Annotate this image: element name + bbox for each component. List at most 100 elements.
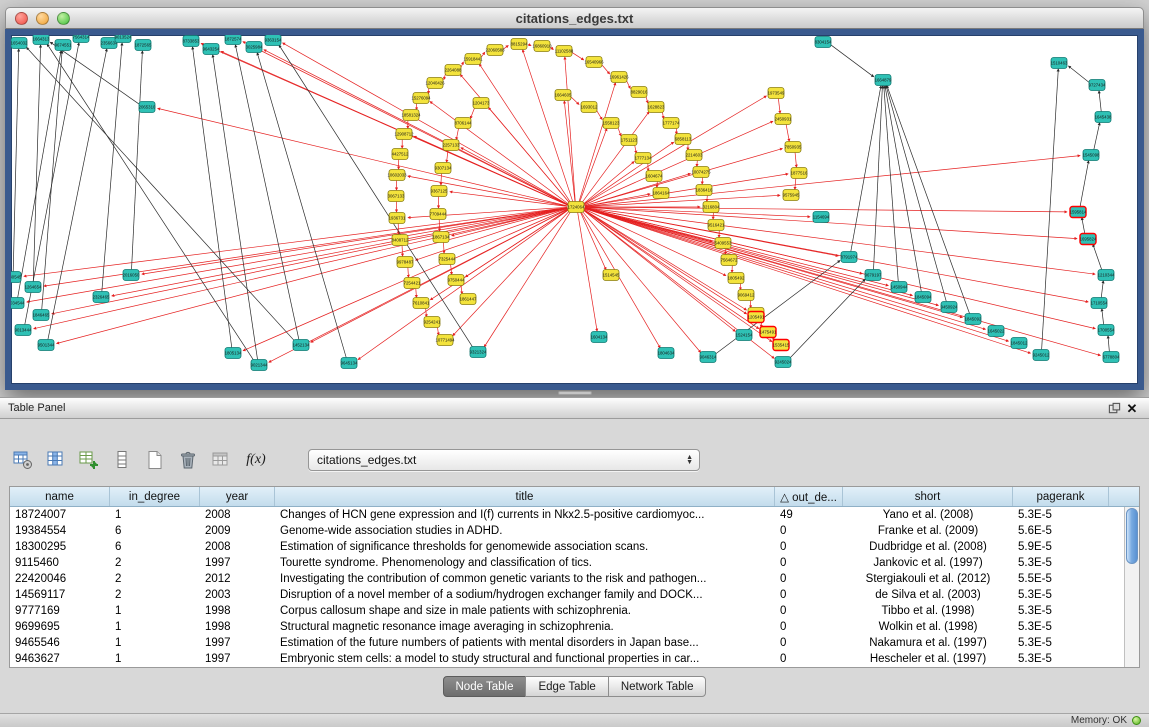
graph-node[interactable]: 1724064 (568, 202, 585, 213)
graph-node[interactable]: 1777134 (635, 153, 652, 164)
graph-node[interactable]: 9501344 (38, 340, 55, 351)
column-header-name[interactable]: name (10, 487, 110, 506)
citation-network-graph[interactable]: 1724064226408812040426152760941858132412… (11, 35, 1138, 384)
graph-node[interactable]: 8408712 (392, 235, 409, 246)
column-header-out_degree[interactable]: △ out_de... (775, 487, 843, 506)
graph-node[interactable]: 12040426 (425, 78, 445, 89)
window-titlebar[interactable]: citations_edges.txt (5, 7, 1144, 29)
table-row[interactable]: 969969511998Structural magnetic resonanc… (10, 619, 1139, 635)
graph-node[interactable]: 1264654 (25, 282, 42, 293)
graph-node[interactable]: 1830545 (11, 272, 22, 283)
graph-node[interactable]: 2257133 (443, 140, 460, 151)
column-header-pagerank[interactable]: pagerank (1013, 487, 1109, 506)
delete-table-icon[interactable] (175, 447, 201, 473)
graph-node[interactable]: 1936731 (389, 213, 406, 224)
graph-node[interactable]: 2326465 (93, 292, 110, 303)
graph-node[interactable]: 1805134 (225, 348, 242, 359)
column-header-short[interactable]: short (843, 487, 1013, 506)
graph-node[interactable]: 9643254 (203, 44, 220, 55)
graph-node[interactable]: 1695824 (1080, 234, 1097, 245)
graph-node[interactable]: 16860910 (532, 41, 552, 52)
graph-node[interactable]: 1877516 (791, 168, 808, 179)
graph-node[interactable]: 1450944 (891, 282, 908, 293)
graph-node[interactable]: 18581324 (401, 110, 421, 121)
graph-node[interactable]: 1452134 (293, 340, 310, 351)
graph-node[interactable]: 15918441 (463, 54, 483, 65)
graph-node[interactable]: 9021344 (251, 360, 268, 371)
graph-node[interactable]: 1664879 (875, 75, 892, 86)
graph-node[interactable]: 4427512 (392, 149, 409, 160)
panel-splitter[interactable] (0, 390, 1149, 397)
graph-node[interactable]: 1595814 (1070, 207, 1087, 218)
row-height-icon[interactable] (109, 447, 135, 473)
column-header-in_degree[interactable]: in_degree (110, 487, 200, 506)
graph-node[interactable]: 1872565 (135, 40, 152, 51)
graph-node[interactable]: 9245024 (775, 357, 792, 368)
minimize-button[interactable] (36, 12, 49, 25)
table-row[interactable]: 1830029562008Estimation of significance … (10, 539, 1139, 555)
graph-node[interactable]: 8815294 (511, 39, 528, 50)
import-table-icon[interactable] (208, 447, 234, 473)
graph-node[interactable]: 1628823 (648, 102, 665, 113)
graph-node[interactable]: 22060588 (485, 45, 505, 56)
tab-edge-table[interactable]: Edge Table (525, 676, 608, 697)
graph-node[interactable]: 7709444 (430, 209, 447, 220)
graph-node[interactable]: 10771494 (435, 335, 455, 346)
table-settings-icon[interactable] (10, 447, 36, 473)
graph-node[interactable]: 1710554 (1091, 298, 1108, 309)
tab-node-table[interactable]: Node Table (443, 676, 527, 697)
table-row[interactable]: 911546021997Tourette syndrome. Phenomeno… (10, 555, 1139, 571)
graph-node[interactable]: 1510463 (1051, 58, 1068, 69)
scrollbar-thumb[interactable] (1126, 508, 1138, 564)
function-builder-button[interactable]: f(x) (241, 447, 271, 473)
graph-node[interactable]: 1524154 (736, 330, 753, 341)
graph-node[interactable]: 9363154 (265, 35, 282, 46)
graph-node[interactable]: 3067133 (388, 191, 405, 202)
graph-node[interactable]: 2065310 (139, 102, 156, 113)
graph-node[interactable]: 1604674 (646, 171, 663, 182)
graph-node[interactable]: 1845092 (965, 314, 982, 325)
graph-node[interactable]: 2450931 (775, 114, 792, 125)
graph-node[interactable]: 1864164 (653, 188, 670, 199)
graph-node[interactable]: 1973549 (768, 88, 785, 99)
graph-node[interactable]: 9254241 (424, 317, 441, 328)
graph-node[interactable]: 1861447 (460, 294, 477, 305)
graph-node[interactable]: 6778804 (1103, 352, 1120, 363)
table-row[interactable]: 1456911722003Disruption of a novel membe… (10, 587, 1139, 603)
graph-node[interactable]: 1558123 (603, 118, 620, 129)
graph-node[interactable]: 16540966 (584, 57, 604, 68)
graph-node[interactable]: 1664313 (33, 35, 50, 45)
tab-network-table[interactable]: Network Table (608, 676, 707, 697)
graph-node[interactable]: 9013524 (115, 35, 132, 43)
graph-node[interactable]: 3216804 (703, 202, 720, 213)
close-button[interactable] (15, 12, 28, 25)
table-row[interactable]: 1872400712008Changes of HCN gene express… (10, 507, 1139, 523)
graph-node[interactable]: 1805492 (728, 273, 745, 284)
graph-node[interactable]: 9013444 (15, 325, 32, 336)
graph-node[interactable]: 1867134 (433, 232, 450, 243)
graph-node[interactable]: 7610841 (413, 298, 430, 309)
graph-node[interactable]: 9674551 (55, 40, 72, 51)
graph-node[interactable]: 11102588 (555, 46, 574, 57)
table-selector-dropdown[interactable]: citations_edges.txt ▲▼ (308, 449, 700, 471)
graph-node[interactable]: 3025984 (246, 42, 263, 53)
graph-node[interactable]: 1204173 (473, 98, 490, 109)
graph-node[interactable]: 9516421 (708, 220, 725, 231)
graph-node[interactable]: 7850935 (785, 142, 802, 153)
graph-node[interactable]: 1210344 (1098, 270, 1115, 281)
graph-node[interactable]: 1700554 (1098, 325, 1115, 336)
graph-node[interactable]: 10074275 (691, 167, 711, 178)
graph-node[interactable]: 8791974 (841, 252, 858, 263)
graph-node[interactable]: 8706144 (455, 118, 472, 129)
graph-node[interactable]: 9978487 (397, 257, 414, 268)
show-columns-icon[interactable] (43, 447, 69, 473)
edit-table-icon[interactable] (76, 447, 102, 473)
graph-node[interactable]: 1751123 (621, 135, 638, 146)
create-table-icon[interactable] (142, 447, 168, 473)
graph-node[interactable]: 16961426 (609, 72, 629, 83)
graph-node[interactable]: 9727434 (1089, 80, 1106, 91)
graph-node[interactable]: 10602033 (387, 170, 407, 181)
graph-node[interactable]: 9750444 (448, 275, 465, 286)
graph-node[interactable]: 8304154 (815, 37, 832, 48)
graph-node[interactable]: 2016050 (123, 270, 140, 281)
